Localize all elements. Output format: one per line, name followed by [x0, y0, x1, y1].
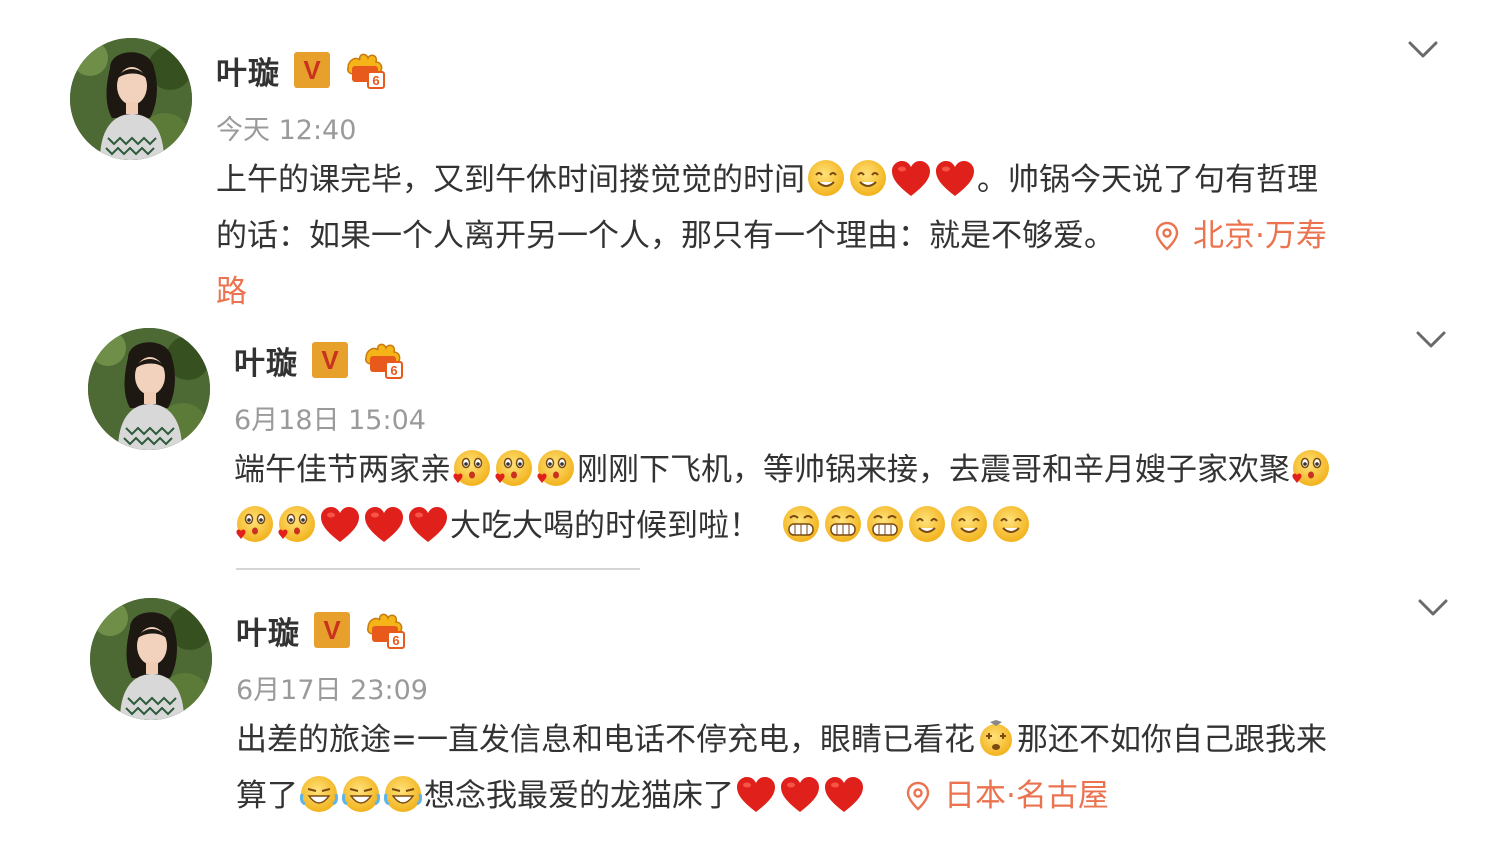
kiss-emoji [494, 448, 534, 488]
heart-emoji [890, 160, 932, 198]
heart-emoji [407, 506, 449, 544]
post-text: 上午的课完毕，又到午休时间搂觉觉的时间 。帅锅今天说了句有哲理 的话：如果一个人离… [216, 152, 1456, 320]
level-badge-icon [344, 50, 386, 90]
post-text: 出差的旅途=一直发信息和电话不停充电，眼睛已看花 那还不如你自己跟我来 算了 想念我… [236, 712, 1486, 824]
dizzy-emoji [976, 718, 1016, 758]
heart-emoji [363, 506, 405, 544]
post-text: 端午佳节两家亲 刚刚下飞机，等帅锅来接，去震哥和辛月嫂子家欢聚 大吃大喝的时候到啦… [234, 442, 1484, 554]
grin-emoji [865, 504, 905, 544]
kiss-emoji [536, 448, 576, 488]
heart-emoji [823, 776, 865, 814]
smile-emoji [949, 504, 989, 544]
laugh-cry-emoji [383, 774, 423, 814]
post-time[interactable]: 6月17日 23:09 [236, 668, 428, 707]
smile-emoji [848, 158, 888, 198]
post-time[interactable]: 今天 12:40 [216, 108, 356, 147]
grin-emoji [823, 504, 863, 544]
kiss-emoji [452, 448, 492, 488]
chevron-down-icon[interactable] [1418, 598, 1448, 618]
heart-emoji [779, 776, 821, 814]
kiss-emoji [277, 504, 317, 544]
username[interactable]: 叶璇 [236, 608, 300, 653]
level-badge-icon [362, 340, 404, 380]
kiss-emoji [1291, 448, 1331, 488]
heart-emoji [319, 506, 361, 544]
avatar[interactable] [70, 38, 192, 160]
avatar[interactable] [90, 598, 212, 720]
heart-emoji [934, 160, 976, 198]
post-header: 叶璇 V [234, 338, 404, 382]
verified-v-icon: V [312, 342, 348, 378]
location-link[interactable]: 日本·名古屋 [906, 778, 1109, 814]
location-link-continued[interactable]: 路 [216, 274, 247, 310]
location-pin-icon [906, 781, 930, 811]
kiss-emoji [235, 504, 275, 544]
post-header: 叶璇 V [236, 608, 406, 652]
grin-emoji [781, 504, 821, 544]
verified-v-icon: V [294, 52, 330, 88]
divider [236, 568, 640, 570]
avatar[interactable] [88, 328, 210, 450]
post-header: 叶璇 V [216, 48, 386, 92]
verified-v-icon: V [314, 612, 350, 648]
heart-emoji [735, 776, 777, 814]
location-link[interactable]: 北京·万寿 [1155, 218, 1327, 254]
laugh-cry-emoji [341, 774, 381, 814]
location-pin-icon [1155, 221, 1179, 251]
smile-emoji [907, 504, 947, 544]
post-time[interactable]: 6月18日 15:04 [234, 398, 426, 437]
chevron-down-icon[interactable] [1408, 40, 1438, 60]
username[interactable]: 叶璇 [234, 338, 298, 383]
smile-emoji [991, 504, 1031, 544]
username[interactable]: 叶璇 [216, 48, 280, 93]
smile-emoji [806, 158, 846, 198]
level-badge-icon [364, 610, 406, 650]
laugh-cry-emoji [299, 774, 339, 814]
chevron-down-icon[interactable] [1416, 330, 1446, 350]
